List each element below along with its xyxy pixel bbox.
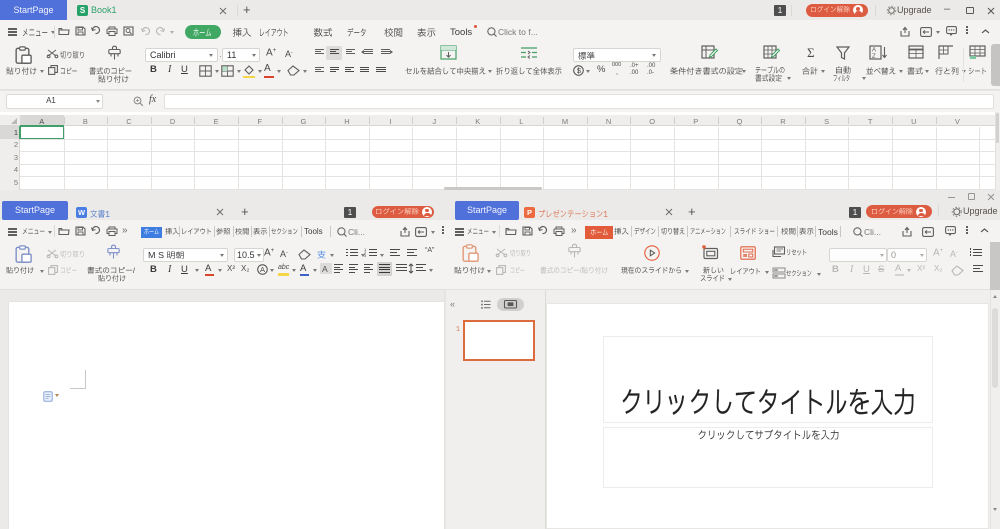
svg-text:A: A (872, 48, 876, 54)
svg-text:Z: Z (872, 54, 876, 60)
svg-text:A: A (260, 265, 265, 274)
svg-text:S: S (577, 68, 582, 75)
